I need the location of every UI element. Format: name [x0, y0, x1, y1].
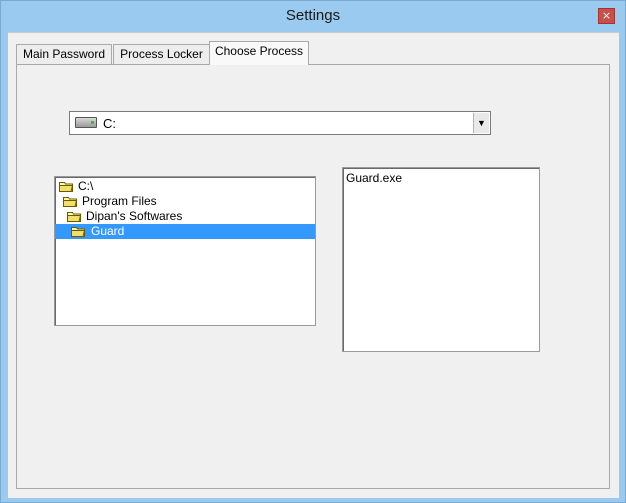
tree-item-dipans-softwares[interactable]: Dipan's Softwares — [55, 209, 315, 224]
drive-select[interactable]: C: ▼ — [69, 111, 491, 135]
client-area: Main Password Process Locker Choose Proc… — [8, 32, 619, 498]
folder-tree[interactable]: C:\ Program Files Dipan's Softwares Guar… — [54, 176, 316, 326]
tree-item-label: Guard — [91, 224, 125, 238]
open-folder-icon — [67, 211, 82, 222]
open-folder-icon — [71, 226, 86, 237]
open-folder-icon — [63, 196, 78, 207]
file-item-guard-exe[interactable]: Guard.exe — [346, 171, 402, 185]
open-folder-icon — [59, 181, 74, 192]
process-file-list[interactable]: Guard.exe — [342, 167, 540, 352]
tab-main-password[interactable]: Main Password — [16, 44, 112, 64]
drive-select-value: C: — [103, 116, 116, 131]
window-title: Settings — [285, 7, 341, 24]
tab-panel-choose-process: C: ▼ C:\ Program Files Dipan's Softwares… — [16, 64, 610, 489]
close-button[interactable]: × — [598, 8, 615, 24]
tree-item-guard[interactable]: Guard — [55, 224, 315, 239]
tree-item-label: Program Files — [82, 194, 157, 208]
hard-drive-icon — [75, 117, 97, 128]
tab-process-locker[interactable]: Process Locker — [113, 44, 210, 64]
title-bar[interactable]: Settings × — [1, 1, 625, 31]
dropdown-arrow-icon[interactable]: ▼ — [473, 113, 489, 133]
settings-window: Settings × Main Password Process Locker … — [0, 0, 626, 503]
tree-item-program-files[interactable]: Program Files — [55, 194, 315, 209]
tree-item-label: Dipan's Softwares — [86, 209, 183, 223]
tree-item-label: C:\ — [78, 179, 94, 193]
tab-choose-process[interactable]: Choose Process — [209, 41, 309, 65]
tree-item-c-root[interactable]: C:\ — [55, 179, 315, 194]
